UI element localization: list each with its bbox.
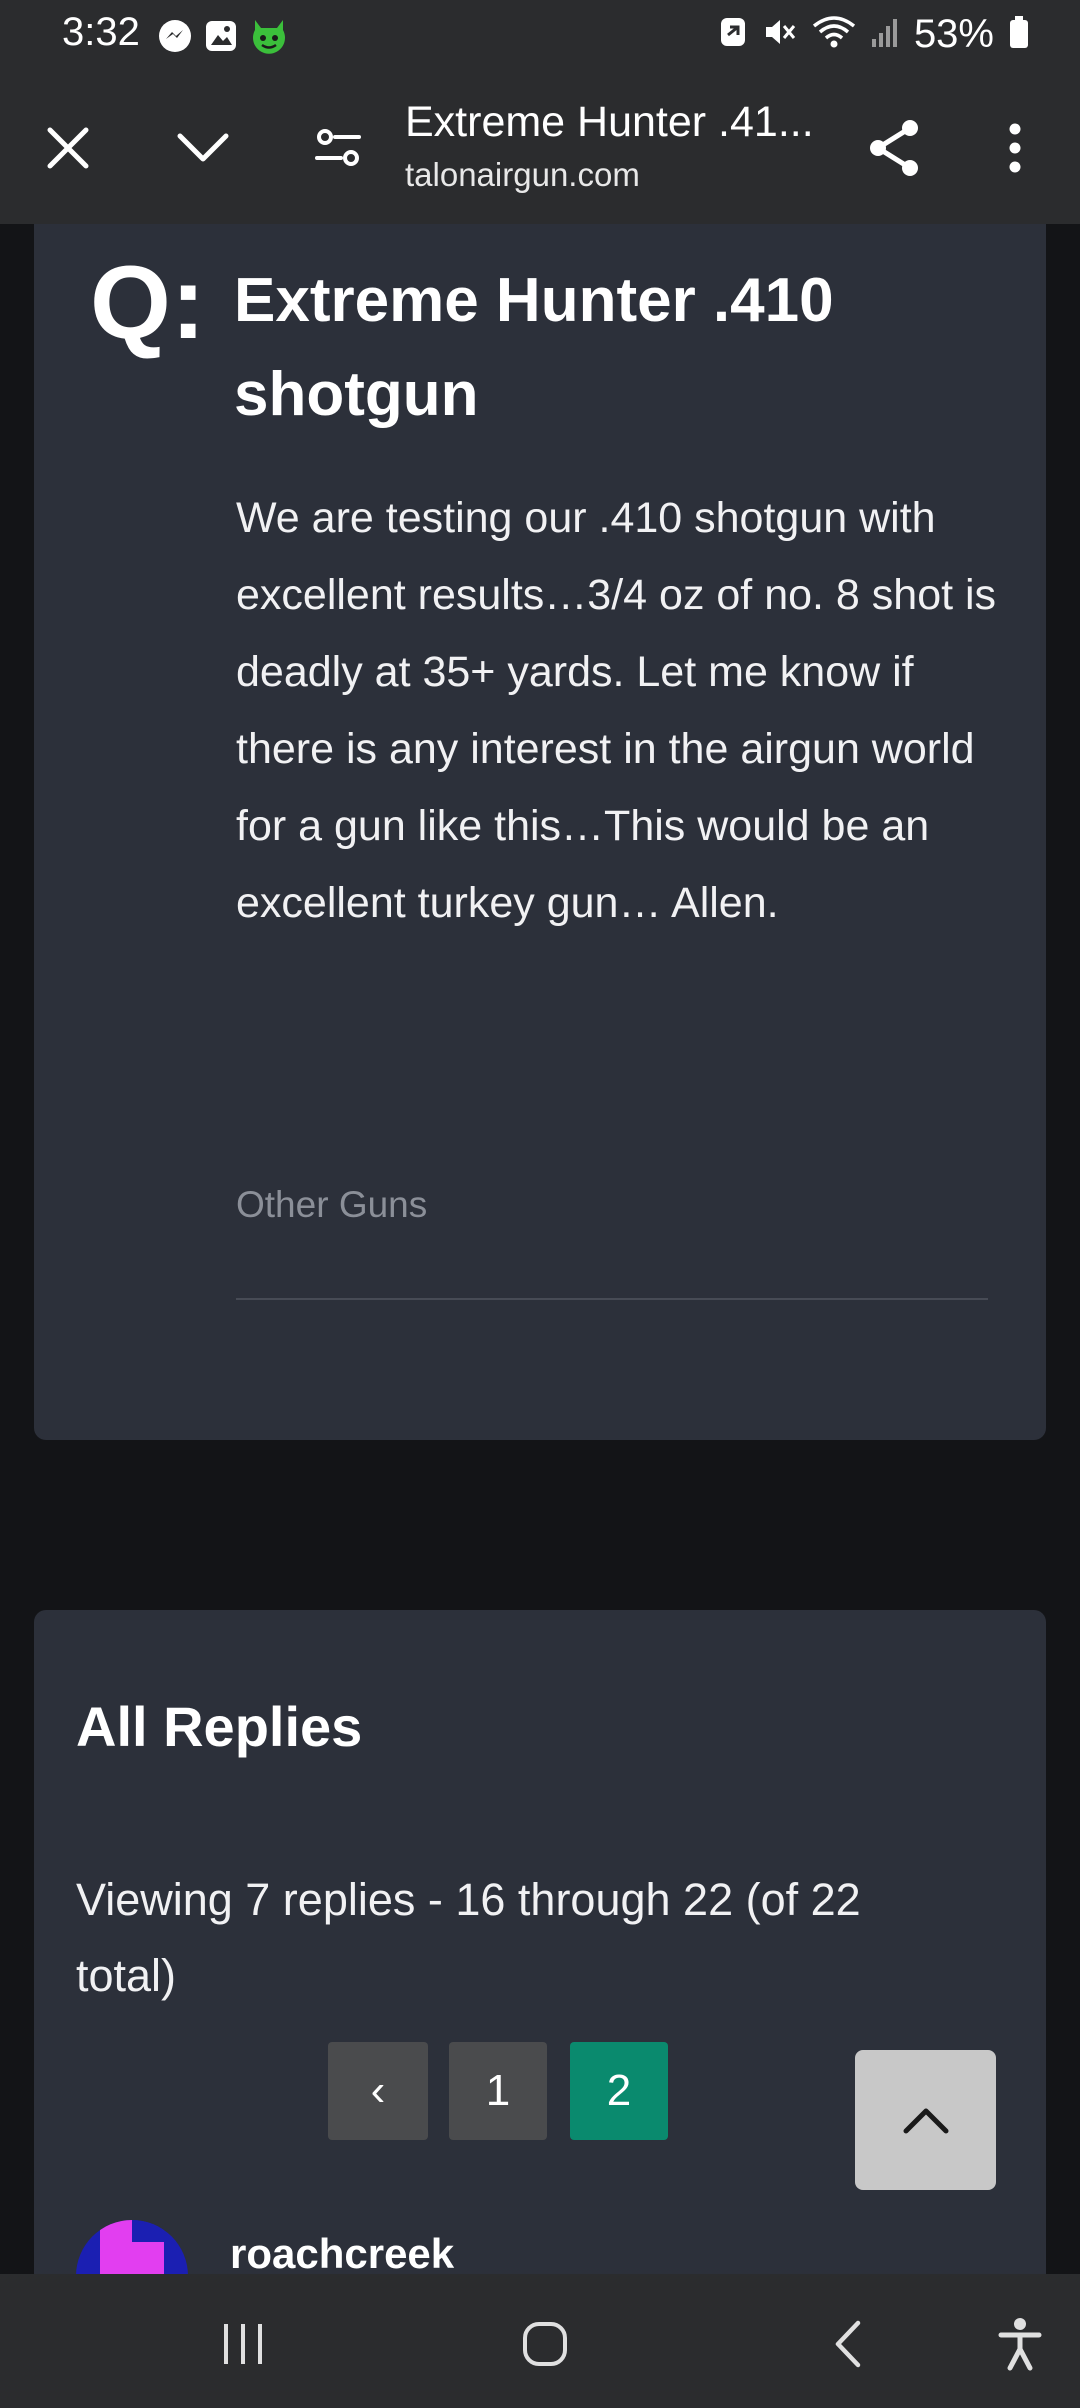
replies-heading: All Replies xyxy=(76,1695,363,1758)
page-title[interactable]: Extreme Hunter .41... xyxy=(405,98,814,147)
share-button[interactable] xyxy=(854,108,934,188)
close-tab-button[interactable] xyxy=(28,108,108,188)
chevron-up-icon xyxy=(903,2108,948,2134)
replies-summary: Viewing 7 replies - 16 through 22 (of 22… xyxy=(76,1874,861,2001)
page-settings-icon xyxy=(315,129,361,166)
question-card: Q: Extreme Hunter .410 shotgun We are te… xyxy=(34,224,1046,1440)
chevron-down-icon xyxy=(177,133,229,162)
nfc-icon xyxy=(718,15,748,54)
more-vert-icon xyxy=(1009,123,1021,173)
share-icon xyxy=(870,120,918,176)
question-title: Extreme Hunter .410 shotgun xyxy=(234,266,834,429)
close-icon xyxy=(47,127,89,169)
battery-percent: 53% xyxy=(913,12,994,56)
question-marker: Q: xyxy=(90,245,206,361)
reply-author-name[interactable]: roachcreek xyxy=(230,2230,454,2278)
pagination-prev-button[interactable]: ‹ xyxy=(328,2042,428,2140)
gallery-icon xyxy=(203,18,239,59)
app-face-icon xyxy=(249,16,289,61)
pagination-page-2[interactable]: 2 xyxy=(570,2042,668,2140)
mute-icon xyxy=(762,14,798,55)
minimize-button[interactable] xyxy=(163,108,243,188)
recents-button[interactable] xyxy=(198,2304,288,2384)
accessibility-icon xyxy=(998,2318,1042,2371)
question-category-link[interactable]: Other Guns xyxy=(236,1184,427,1226)
back-to-top-button[interactable] xyxy=(855,2050,996,2190)
back-icon xyxy=(835,2320,861,2368)
home-button[interactable] xyxy=(500,2304,590,2384)
status-time: 3:32 xyxy=(62,10,140,54)
screen: 3:32 53% Extreme Hunter .41... talonairg… xyxy=(0,0,1080,2408)
signal-icon xyxy=(870,15,900,54)
home-icon xyxy=(523,2322,567,2366)
system-status: 53% xyxy=(718,12,1030,57)
status-bar: 3:32 53% xyxy=(0,0,1080,72)
back-button[interactable] xyxy=(802,2304,892,2384)
battery-icon xyxy=(1008,14,1030,55)
divider xyxy=(236,1298,988,1300)
browser-toolbar: Extreme Hunter .41... talonairgun.com xyxy=(0,72,1080,224)
wifi-icon xyxy=(812,14,856,55)
notification-icons xyxy=(157,16,289,61)
question-body: We are testing our .410 shotgun with exc… xyxy=(236,494,997,927)
more-options-button[interactable] xyxy=(975,108,1055,188)
accessibility-button[interactable] xyxy=(975,2304,1065,2384)
recents-icon xyxy=(224,2324,262,2364)
messenger-icon xyxy=(157,18,193,59)
system-nav-bar xyxy=(0,2274,1080,2408)
pagination-page-1[interactable]: 1 xyxy=(449,2042,547,2140)
page-domain[interactable]: talonairgun.com xyxy=(405,156,640,194)
page-settings-button[interactable] xyxy=(298,108,378,188)
